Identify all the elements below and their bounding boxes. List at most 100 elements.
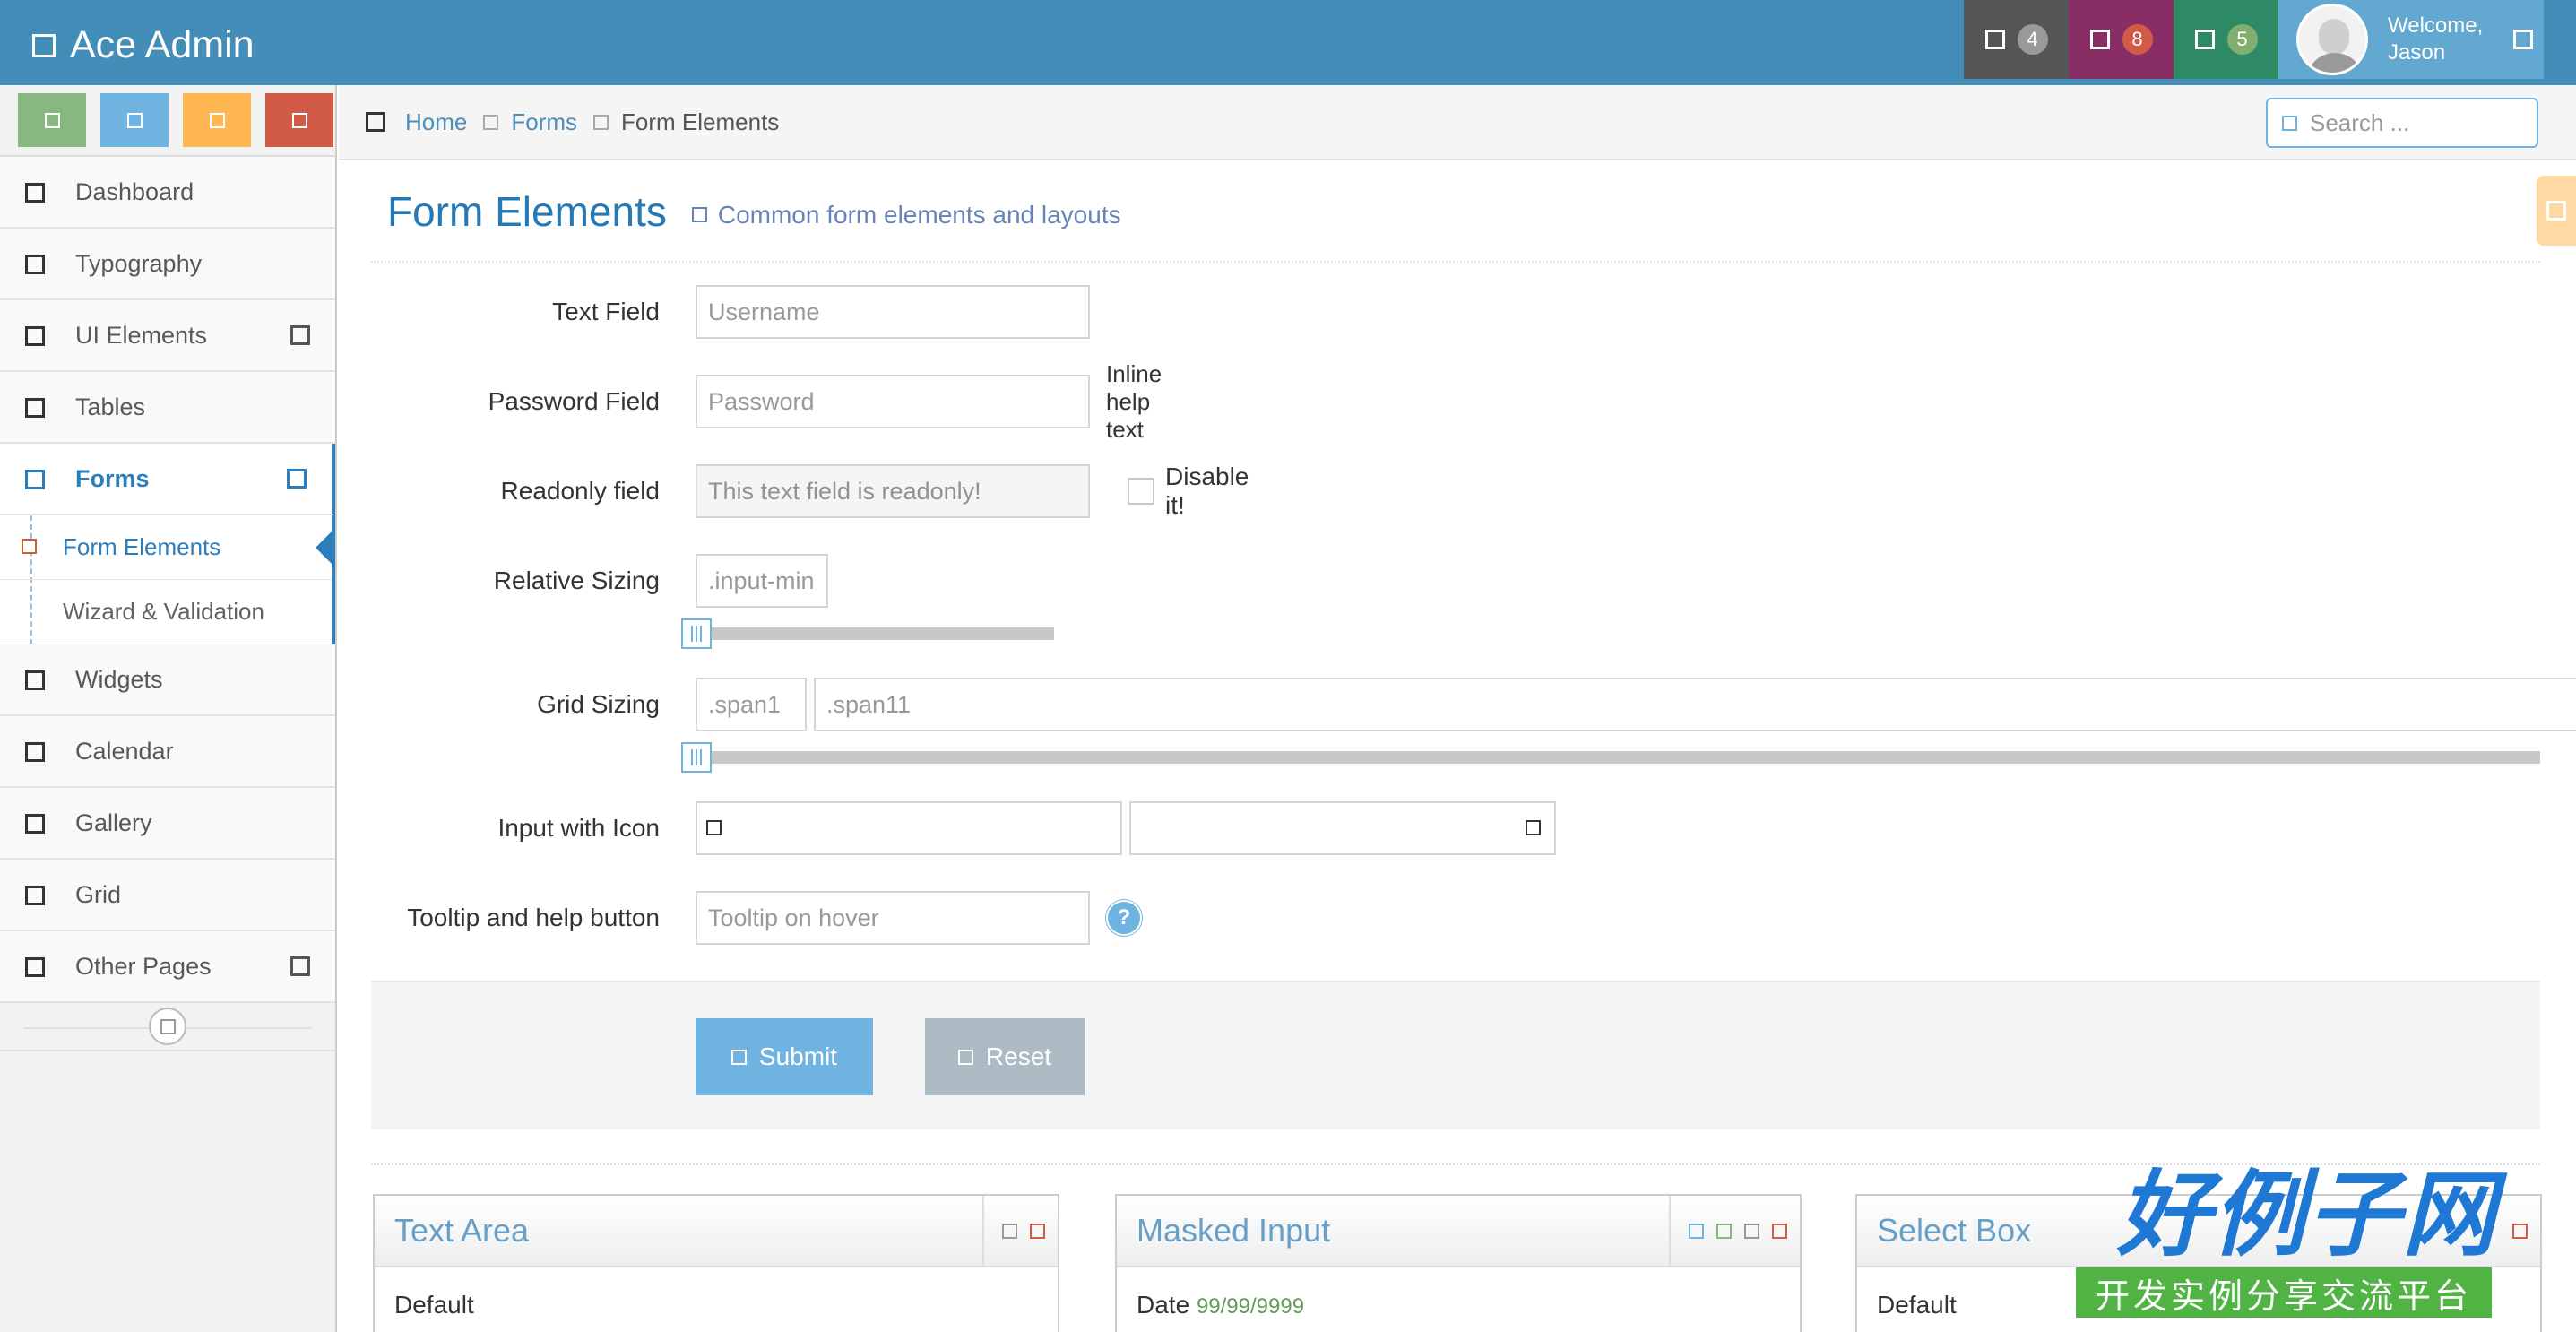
user-name: Jason [2388, 40, 2446, 65]
widget-title: Select Box [1877, 1212, 2032, 1249]
breadcrumb-home-link[interactable]: Home [405, 108, 467, 136]
sidebar-item-grid[interactable]: Grid [0, 860, 335, 931]
relative-sizing-slider-handle[interactable] [681, 618, 712, 649]
tasks-icon [1984, 30, 2005, 49]
chevron-down-icon [290, 956, 310, 976]
reset-button-label: Reset [985, 1042, 1052, 1070]
th-icon [25, 886, 45, 906]
pencil-icon [126, 112, 143, 128]
time-icon [706, 820, 722, 835]
readonly-input[interactable] [696, 464, 1090, 518]
widget-body: Default [1857, 1267, 2540, 1332]
calendar-icon [25, 742, 45, 763]
user-info: Welcome, Jason [2388, 13, 2483, 66]
sidebar-item-widgets[interactable]: Widgets [0, 644, 335, 716]
list-icon [25, 398, 45, 419]
tasks-badge: 4 [2017, 24, 2048, 55]
relative-sizing-label: Relative Sizing [493, 567, 660, 594]
sidebar-item-dashboard[interactable]: Dashboard [0, 157, 335, 229]
avatar [2296, 4, 2368, 75]
picture-icon [25, 814, 45, 835]
leaf-icon [32, 33, 56, 57]
collapse-icon[interactable] [1002, 1223, 1017, 1239]
sidebar-item-forms[interactable]: Forms [0, 444, 335, 515]
disable-checkbox-label: Disable it! [1165, 463, 1249, 519]
sidebar-item-label: Tables [75, 393, 146, 420]
home-icon [366, 112, 385, 132]
close-icon[interactable] [1030, 1223, 1045, 1239]
leaf-icon [1526, 820, 1541, 835]
password-field-label: Password Field [488, 387, 660, 415]
ace-settings-button[interactable] [2537, 176, 2576, 246]
shortcut-signal-button[interactable] [18, 93, 86, 147]
sidebar-item-gallery[interactable]: Gallery [0, 788, 335, 860]
disable-checkbox[interactable] [1128, 478, 1154, 505]
undo-icon [957, 1049, 973, 1065]
readonly-field-label: Readonly field [500, 477, 660, 505]
signal-icon [44, 112, 60, 128]
page-subtitle-text: Common form elements and layouts [717, 200, 1121, 229]
brand[interactable]: Ace Admin [32, 23, 255, 67]
divider [371, 1163, 2540, 1165]
chevron-up-icon [287, 469, 307, 489]
desktop-icon [25, 326, 45, 347]
sidebar-item-ui-elements[interactable]: UI Elements [0, 300, 335, 372]
span1-input[interactable] [696, 678, 807, 731]
color-green-icon[interactable] [1716, 1223, 1732, 1239]
sidebar-item-calendar[interactable]: Calendar [0, 716, 335, 788]
widget-toolbar [2494, 1196, 2528, 1266]
notifications-toggle[interactable]: 8 [2069, 0, 2174, 79]
relative-sizing-slider-track[interactable] [696, 627, 1054, 640]
mask-sample: 99/99/9999 [1196, 1294, 1305, 1319]
nav-search [2266, 98, 2538, 148]
close-icon[interactable] [1772, 1223, 1787, 1239]
tooltip-input[interactable] [696, 891, 1090, 945]
navbar-right: 4 8 5 Welcome, Jason [1964, 0, 2544, 85]
active-pointer [316, 528, 335, 567]
reset-button[interactable]: Reset [925, 1018, 1085, 1095]
grid-sizing-slider-track[interactable] [696, 751, 2540, 764]
sidebar-subitem-label: Wizard & Validation [63, 598, 264, 625]
submit-button[interactable]: Submit [696, 1018, 873, 1095]
help-button[interactable]: ? [1106, 900, 1142, 936]
icon-right-input[interactable] [1129, 801, 1556, 855]
text-icon [25, 255, 45, 275]
icon-left-input[interactable] [696, 801, 1122, 855]
username-input[interactable] [696, 285, 1090, 339]
messages-toggle[interactable]: 5 [2174, 0, 2278, 79]
file-icon [25, 957, 45, 978]
breadcrumb-forms-link[interactable]: Forms [511, 108, 577, 136]
sidebar-item-tables[interactable]: Tables [0, 372, 335, 444]
search-icon [2282, 115, 2297, 131]
collapse-icon[interactable] [1744, 1223, 1759, 1239]
messages-badge: 5 [2226, 24, 2258, 55]
dashboard-icon [25, 183, 45, 203]
notifications-badge: 8 [2122, 24, 2153, 55]
ok-icon [730, 1049, 747, 1065]
sidebar-item-typography[interactable]: Typography [0, 229, 335, 300]
shortcut-cogs-button[interactable] [265, 93, 333, 147]
search-input[interactable] [2310, 108, 2507, 137]
sidebar-subitem-form-elements[interactable]: Form Elements [0, 515, 335, 580]
password-input[interactable] [696, 375, 1090, 428]
sidebar-item-other-pages[interactable]: Other Pages [0, 931, 335, 1003]
close-icon[interactable] [2512, 1223, 2528, 1239]
widget-toolbar [982, 1196, 1045, 1266]
input-with-icon-label: Input with Icon [497, 814, 660, 842]
form-row-relative-sizing: Relative Sizing [371, 554, 828, 608]
shortcut-users-button[interactable] [183, 93, 251, 147]
grid-sizing-slider-handle[interactable] [681, 742, 712, 773]
users-icon [209, 112, 225, 128]
sidebar-collapse-button[interactable] [149, 1008, 186, 1045]
input-mini[interactable] [696, 554, 828, 608]
widget-title: Masked Input [1137, 1212, 1331, 1249]
span11-input[interactable] [814, 678, 2576, 731]
color-blue-icon[interactable] [1689, 1223, 1704, 1239]
widget-header: Masked Input [1117, 1196, 1800, 1267]
sidebar-item-label: Other Pages [75, 952, 212, 980]
widget-title: Text Area [394, 1212, 530, 1249]
sidebar-subitem-wizard-validation[interactable]: Wizard & Validation [0, 580, 332, 644]
tasks-toggle[interactable]: 4 [1964, 0, 2069, 79]
user-menu-toggle[interactable]: Welcome, Jason [2278, 0, 2544, 79]
shortcut-pencil-button[interactable] [100, 93, 169, 147]
